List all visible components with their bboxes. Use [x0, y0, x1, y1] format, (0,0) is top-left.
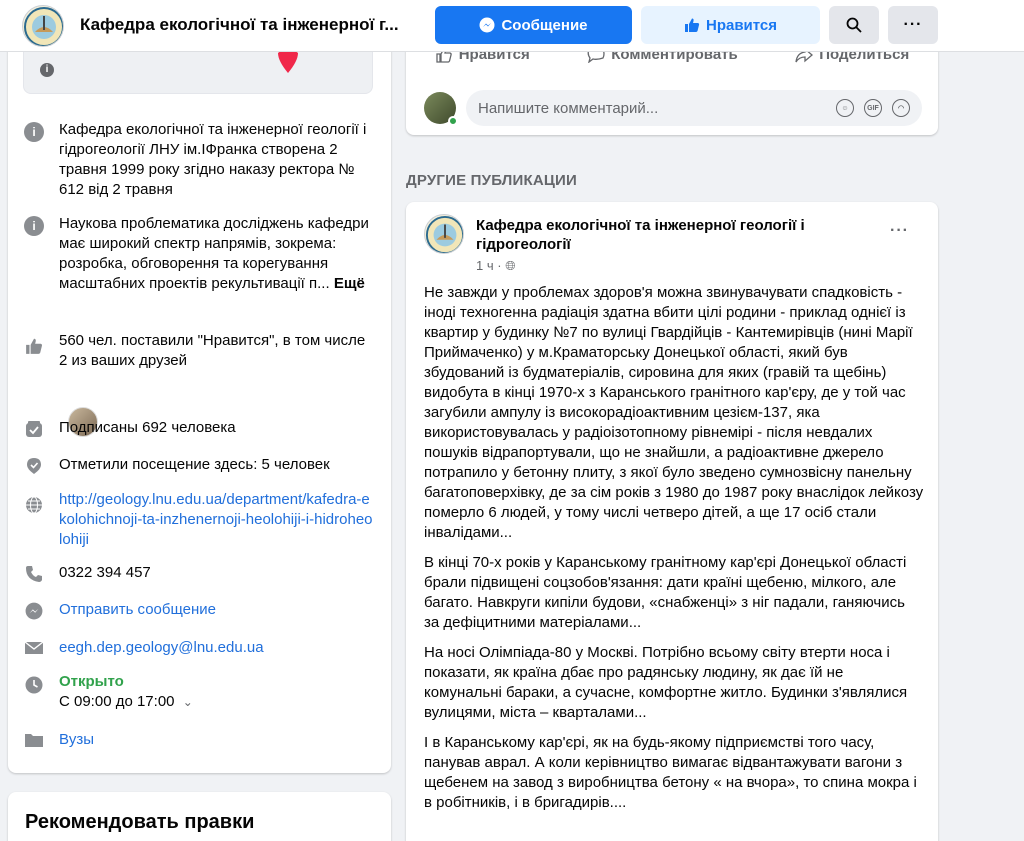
likes-count: 560 чел. поставили "Нравится", в том чис…	[59, 332, 366, 369]
category-row: Вузы	[23, 730, 373, 750]
messenger-icon	[479, 17, 495, 33]
website-row: http://geology.lnu.edu.ua/department/kaf…	[23, 490, 373, 550]
post-author-name[interactable]: Кафедра екологічної та інженерної геолог…	[476, 216, 856, 254]
chevron-down-icon: ⌄	[182, 695, 193, 709]
sticker-icon[interactable]: ◠	[892, 99, 910, 117]
more-options-button[interactable]: ···	[888, 6, 938, 44]
email-link[interactable]: eegh.dep.geology@lnu.edu.ua	[59, 638, 264, 658]
followers-row: Подписаны 692 человека	[23, 418, 373, 438]
post-body: Не завжди у проблемах здоров'я можна зви…	[424, 283, 924, 823]
category-link[interactable]: Вузы	[59, 730, 94, 750]
other-posts-heading: ДРУГИЕ ПУБЛИКАЦИИ	[406, 172, 578, 189]
intro-description-row: i Кафедра екологічної та інженерної геол…	[23, 120, 373, 200]
see-more-link[interactable]: Ещё	[334, 275, 365, 292]
gif-icon[interactable]: GIF	[864, 99, 882, 117]
map-pin-icon	[278, 49, 298, 73]
search-icon	[846, 17, 862, 33]
page-logo[interactable]	[22, 5, 64, 47]
clock-icon	[25, 676, 43, 694]
like-button-label: Нравится	[705, 16, 778, 34]
post-options-button[interactable]: ···	[890, 222, 909, 240]
send-message-link[interactable]: Отправить сообщение	[59, 600, 216, 620]
info-icon: i	[24, 122, 44, 142]
checkin-pin-icon	[27, 458, 41, 474]
checkins-row: Отметили посещение здесь: 5 человек	[23, 455, 373, 475]
email-row: eegh.dep.geology@lnu.edu.ua	[23, 638, 373, 658]
phone-number[interactable]: 0322 394 457	[59, 563, 151, 583]
recommend-edits-card: Рекомендовать правки	[8, 792, 391, 841]
email-icon	[24, 641, 44, 654]
message-button[interactable]: Сообщение	[435, 6, 632, 44]
page-header: Кафедра екологічної та інженерної г... С…	[0, 0, 1024, 52]
checkins-count: Отметили посещение здесь: 5 человек	[59, 456, 330, 473]
post-paragraph: І в Каранському кар'єрі, як на будь-яком…	[424, 734, 917, 811]
comment-input[interactable]: Напишите комментарий... ☺ GIF ◠	[466, 90, 922, 126]
thumbs-up-icon	[684, 18, 700, 32]
messenger-icon	[25, 602, 43, 620]
online-status-dot	[448, 116, 458, 126]
open-status: Открыто	[59, 673, 124, 690]
category-folder-icon	[25, 734, 43, 747]
intro-science: Наукова проблематика досліджень кафедри …	[59, 215, 369, 292]
post-paragraph: Не завжди у проблемах здоров'я можна зви…	[424, 284, 924, 541]
comment-placeholder: Напишите комментарий...	[478, 99, 659, 117]
info-icon: i	[24, 216, 44, 236]
more-dots-icon: ···	[903, 16, 923, 33]
post-paragraph: На носі Олімпіада-80 у Москві. Потрібно …	[424, 644, 908, 721]
like-button[interactable]: Нравится	[641, 6, 820, 44]
intro-card: i i Кафедра екологічної та інженерної ге…	[8, 30, 391, 773]
intro-description: Кафедра екологічної та інженерної геолог…	[59, 121, 367, 198]
post-card: Кафедра екологічної та інженерної геолог…	[406, 202, 938, 841]
hours-dropdown[interactable]: С 09:00 до 17:00 ⌄	[59, 692, 193, 712]
opening-hours: С 09:00 до 17:00	[59, 693, 175, 710]
globe-icon	[26, 496, 42, 514]
search-button[interactable]	[829, 6, 879, 44]
recommend-edits-title: Рекомендовать правки	[25, 811, 255, 833]
post-timestamp[interactable]: 1 ч · 🌐︎	[476, 258, 516, 274]
post-author-avatar[interactable]	[424, 214, 464, 254]
map-info-icon[interactable]: i	[40, 63, 54, 77]
intro-science-row: i Наукова проблематика досліджень кафедр…	[23, 214, 373, 294]
page-title: Кафедра екологічної та інженерної г...	[80, 15, 399, 34]
likes-row: 560 чел. поставили "Нравится", в том чис…	[23, 331, 373, 371]
website-link[interactable]: http://geology.lnu.edu.ua/department/kaf…	[59, 490, 373, 550]
phone-icon	[26, 566, 42, 582]
post-paragraph: В кінці 70-х років у Каранському гранітн…	[424, 554, 907, 631]
send-message-row: Отправить сообщение	[23, 600, 373, 620]
hours-row: Открыто С 09:00 до 17:00 ⌄	[23, 672, 373, 712]
message-button-label: Сообщение	[501, 16, 588, 34]
followers-icon	[26, 421, 42, 437]
followers-count: Подписаны 692 человека	[59, 419, 236, 436]
thumbs-up-icon	[26, 338, 43, 354]
globe-icon: 🌐︎	[505, 258, 516, 273]
phone-row: 0322 394 457	[23, 563, 373, 583]
emoji-icon[interactable]: ☺	[836, 99, 854, 117]
